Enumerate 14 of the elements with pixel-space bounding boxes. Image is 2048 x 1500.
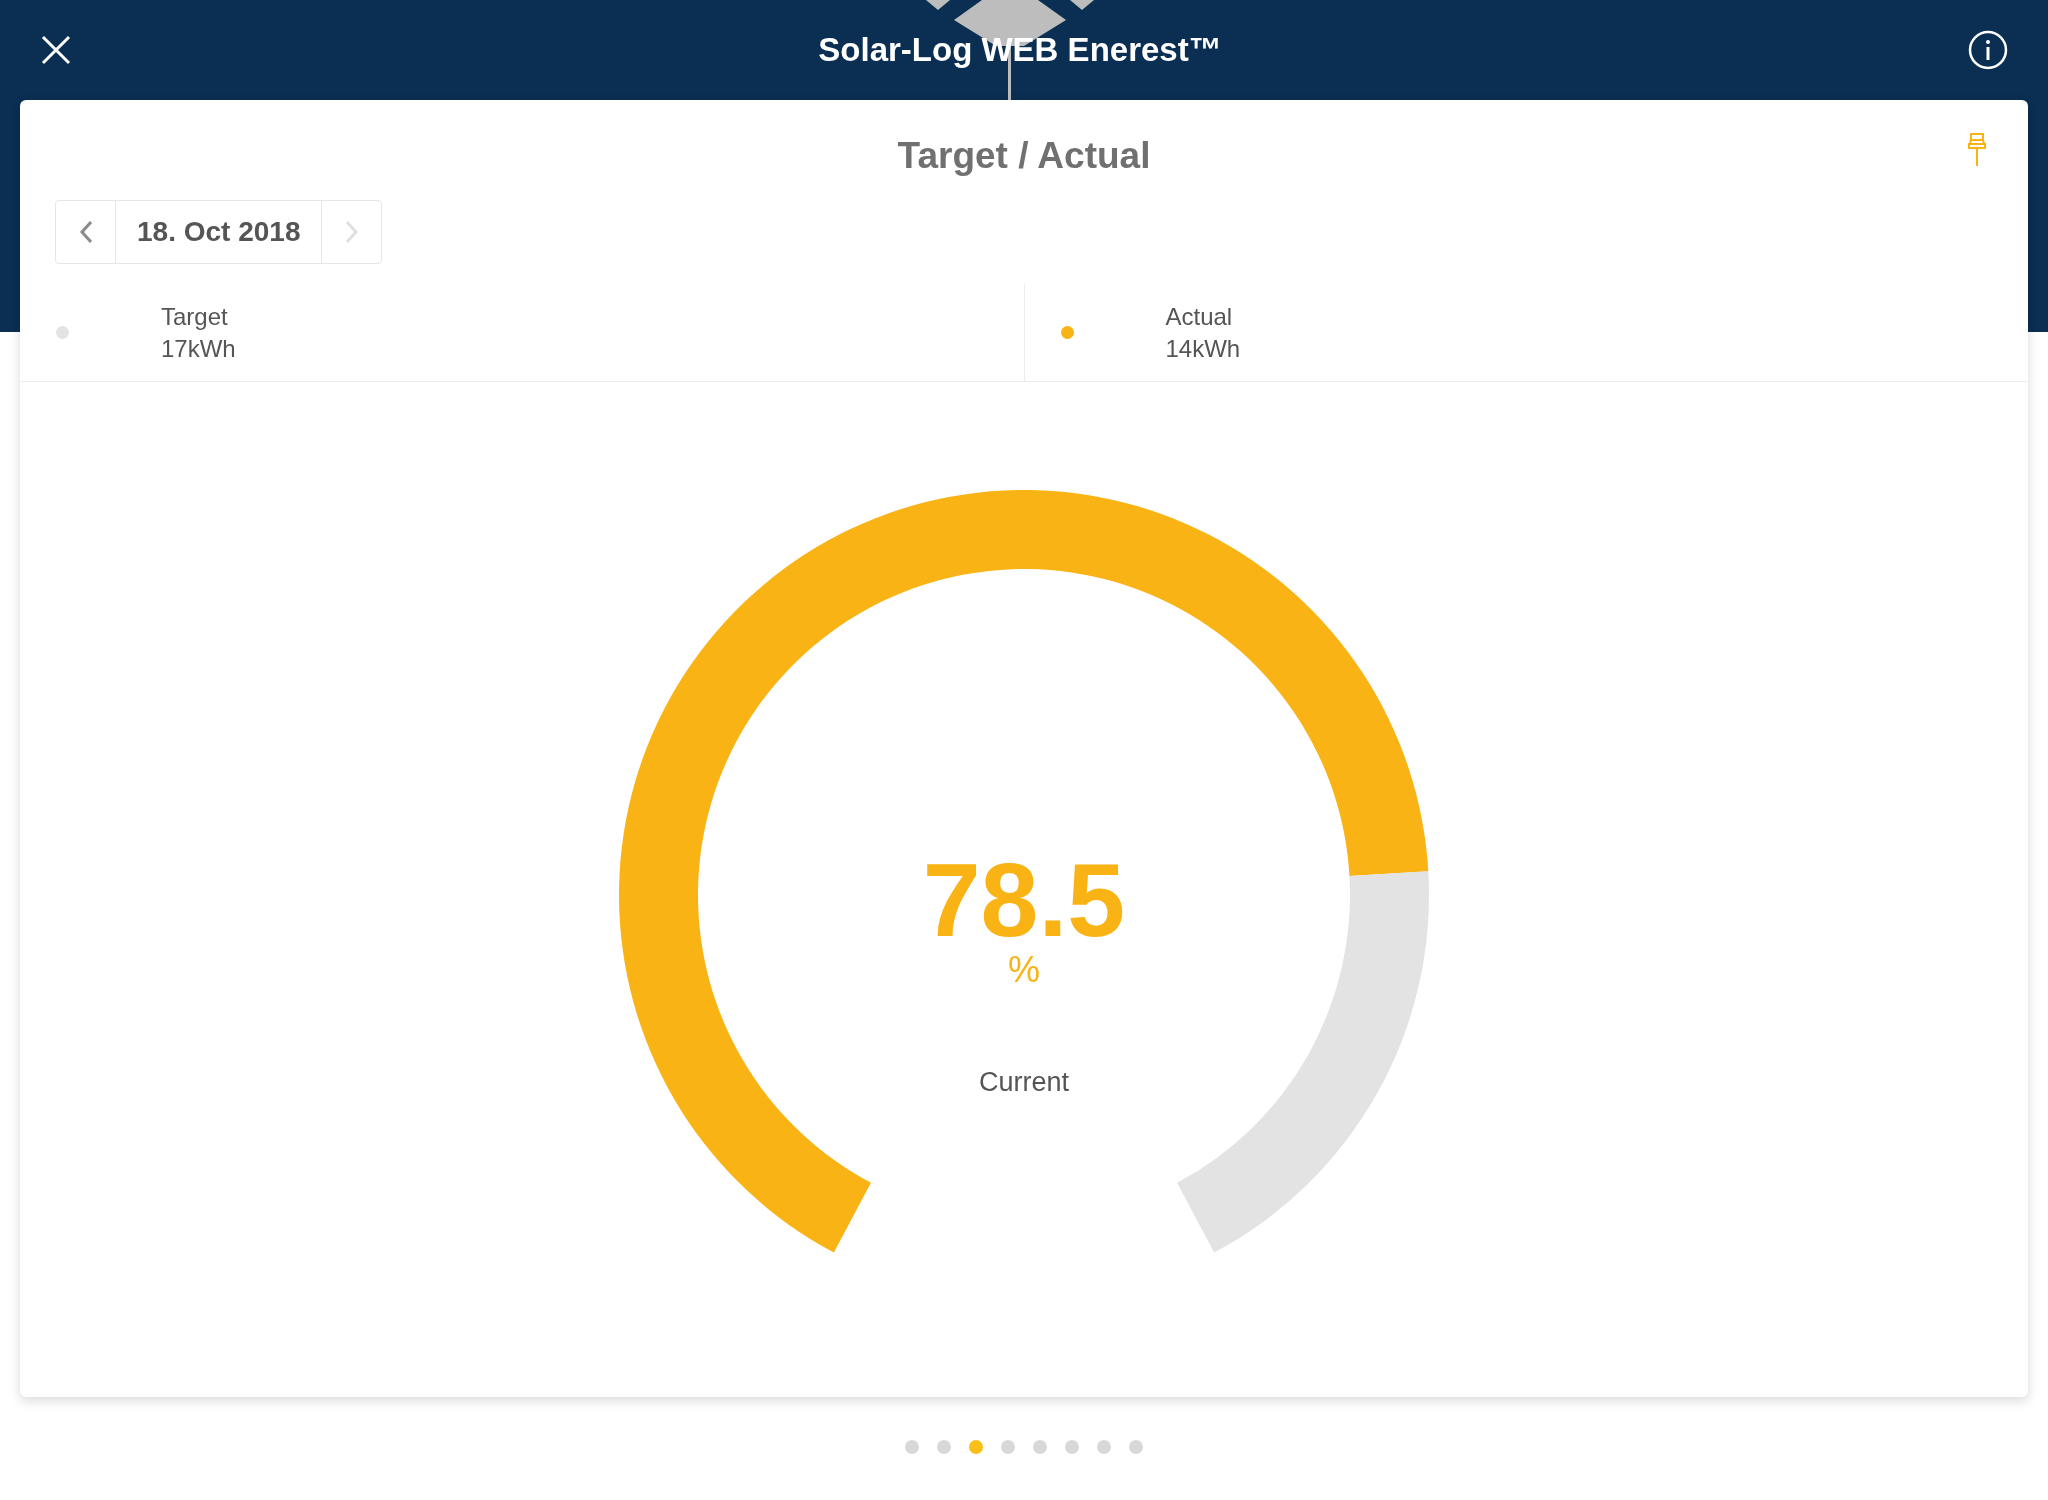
pin-icon[interactable] xyxy=(1966,132,1988,168)
gauge-caption: Current xyxy=(979,1065,1069,1099)
legend-value: 14kWh xyxy=(1165,333,1241,364)
card-title: Target / Actual xyxy=(897,134,1151,178)
info-icon[interactable] xyxy=(1968,30,2008,70)
legend-value: 17kWh xyxy=(161,333,236,364)
legend-label: Target xyxy=(161,301,229,332)
chevron-left-icon xyxy=(78,220,93,244)
date-label: 18. Oct 2018 xyxy=(136,215,302,249)
close-icon[interactable] xyxy=(40,34,72,66)
legend-label: Actual xyxy=(1165,301,1234,332)
gauge-unit: % xyxy=(1008,949,1040,990)
chevron-right-icon xyxy=(344,220,359,244)
gauge-value: 78.5 xyxy=(922,849,1126,950)
